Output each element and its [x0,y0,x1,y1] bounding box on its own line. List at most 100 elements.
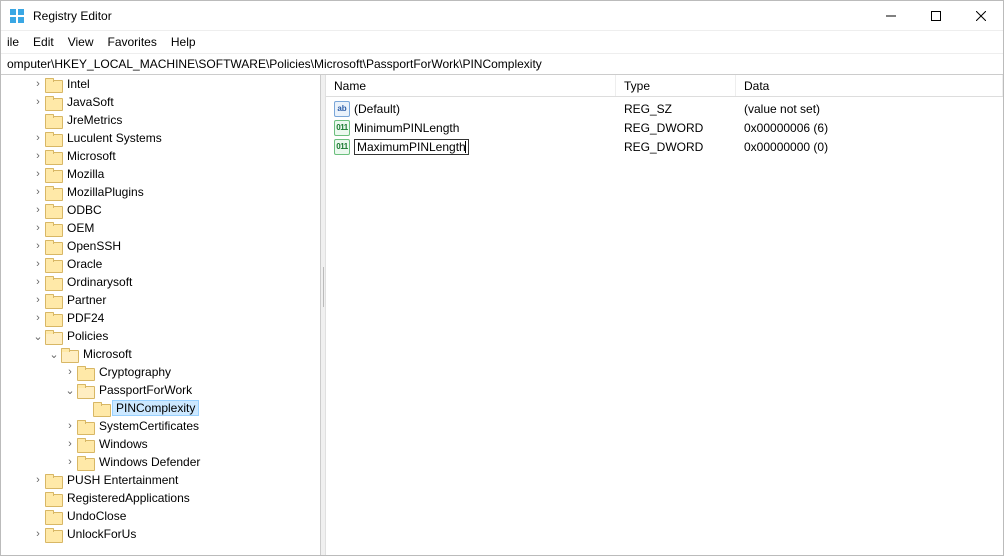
tree-item-label: MozillaPlugins [65,185,146,199]
tree-item[interactable]: › MozillaPlugins [31,183,320,201]
expand-icon[interactable]: › [63,420,77,432]
tree-item-label: Windows [97,437,150,451]
collapse-icon[interactable]: ⌄ [63,384,77,397]
value-row[interactable]: ab(Default)REG_SZ(value not set) [326,99,1003,118]
tree-item[interactable]: ⌄ Policies [31,327,320,345]
folder-icon [77,420,93,433]
tree-item[interactable]: RegisteredApplications [31,489,320,507]
tree-item[interactable]: ›Partner [31,291,320,309]
value-type: REG_SZ [620,102,740,116]
folder-icon [45,474,61,487]
expand-icon[interactable]: › [31,150,45,162]
address-input[interactable] [5,56,999,72]
expand-icon[interactable]: › [31,528,45,540]
value-row[interactable]: 011MaximumPINLengthREG_DWORD0x00000000 (… [326,137,1003,156]
menu-favorites[interactable]: Favorites [108,35,157,49]
pane-splitter[interactable] [321,75,326,555]
expand-icon[interactable]: › [31,132,45,144]
tree-item-label: Cryptography [97,365,173,379]
tree-item[interactable]: › PUSH Entertainment [31,471,320,489]
expand-icon[interactable]: › [31,258,45,270]
expand-icon[interactable]: › [31,78,45,90]
tree-item[interactable]: › Windows [63,435,320,453]
folder-icon [45,258,61,271]
expand-icon[interactable]: › [31,276,45,288]
tree-pane[interactable]: ›Intel›JavaSoftJreMetrics › Luculent Syste… [1,75,321,555]
titlebar: Registry Editor [1,1,1003,31]
expand-icon[interactable]: › [31,474,45,486]
folder-icon [45,204,61,217]
expand-icon[interactable]: › [31,204,45,216]
tree-item[interactable]: ›Intel [31,75,320,93]
collapse-icon[interactable]: ⌄ [31,330,45,343]
maximize-button[interactable] [913,1,958,31]
tree-item-label: Microsoft [81,347,134,361]
folder-icon [93,402,109,415]
tree-item-label: Windows Defender [97,455,202,469]
binary-value-icon: 011 [334,139,350,155]
folder-icon [45,114,61,127]
tree-item-label: PUSH Entertainment [65,473,180,487]
tree-item[interactable]: ›Oracle [31,255,320,273]
binary-value-icon: 011 [334,120,350,136]
column-type[interactable]: Type [616,75,736,96]
expand-icon[interactable]: › [31,312,45,324]
tree-item-label: PassportForWork [97,383,194,397]
minimize-button[interactable] [868,1,913,31]
values-list: ab(Default)REG_SZ(value not set)011Minim… [326,97,1003,156]
tree-item[interactable]: › Microsoft [31,147,320,165]
collapse-icon[interactable]: ⌄ [47,348,61,361]
folder-icon [77,366,93,379]
expand-icon[interactable]: › [63,366,77,378]
expand-icon[interactable]: › [31,222,45,234]
folder-icon [45,150,61,163]
menu-edit[interactable]: Edit [33,35,54,49]
folder-icon [45,528,61,541]
menu-help[interactable]: Help [171,35,196,49]
expand-icon[interactable]: › [63,456,77,468]
menu-view[interactable]: View [68,35,94,49]
tree-item[interactable]: PINComplexity [79,399,320,417]
tree-item-label: Luculent Systems [65,131,164,145]
value-type: REG_DWORD [620,121,740,135]
folder-icon [45,492,61,505]
tree-item-label: Microsoft [65,149,118,163]
tree-item[interactable]: › Windows Defender [63,453,320,471]
tree-item[interactable]: ›OEM [31,219,320,237]
column-data[interactable]: Data [736,75,1003,96]
tree-item[interactable]: ›Mozilla [31,165,320,183]
expand-icon[interactable]: › [31,168,45,180]
menu-file[interactable]: ile [7,35,19,49]
tree-item[interactable]: ›JavaSoft [31,93,320,111]
expand-icon[interactable]: › [31,96,45,108]
tree-item-label: Policies [65,329,110,343]
value-data: 0x00000000 (0) [740,140,999,154]
tree-item[interactable]: ›ODBC [31,201,320,219]
column-name[interactable]: Name [326,75,616,96]
tree-item-label: UndoClose [65,509,128,523]
tree-item[interactable]: › Luculent Systems [31,129,320,147]
value-name-editing[interactable]: MaximumPINLength [354,139,469,155]
tree-item[interactable]: ⌄ PassportForWork [63,381,320,399]
tree-item[interactable]: ⌄ Microsoft [47,345,320,363]
tree-item[interactable]: UndoClose [31,507,320,525]
expand-icon[interactable]: › [31,186,45,198]
tree-item[interactable]: ›Ordinarysoft [31,273,320,291]
tree-item[interactable]: ›UnlockForUs [31,525,320,543]
tree-item-label: PDF24 [65,311,106,325]
tree-item[interactable]: › PDF24 [31,309,320,327]
values-pane: Name Type Data ab(Default)REG_SZ(value n… [326,75,1003,555]
folder-icon [45,186,61,199]
tree-item[interactable]: › Cryptography [63,363,320,381]
tree-item[interactable]: JreMetrics [31,111,320,129]
value-data: (value not set) [740,102,999,116]
folder-icon [45,240,61,253]
close-button[interactable] [958,1,1003,31]
tree-item[interactable]: ›SystemCertificates [63,417,320,435]
expand-icon[interactable]: › [31,294,45,306]
tree-item[interactable]: ›OpenSSH [31,237,320,255]
menubar: ile Edit View Favorites Help [1,31,1003,53]
expand-icon[interactable]: › [31,240,45,252]
value-row[interactable]: 011MinimumPINLengthREG_DWORD0x00000006 (… [326,118,1003,137]
expand-icon[interactable]: › [63,438,77,450]
